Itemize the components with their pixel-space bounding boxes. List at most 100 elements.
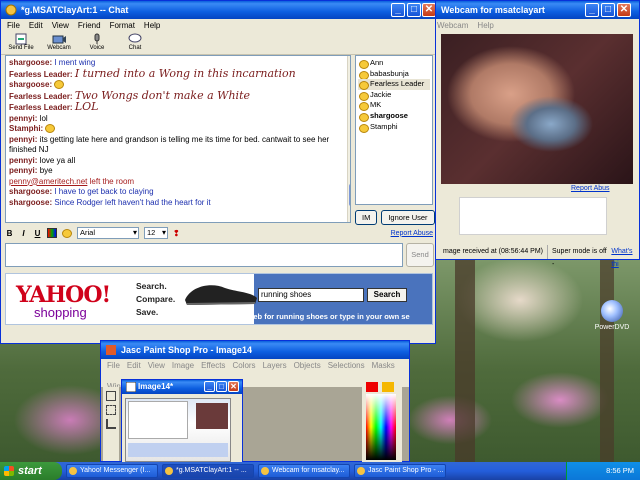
psp-menu-item[interactable]: Masks xyxy=(372,359,395,373)
psp-titlebar[interactable]: Jasc Paint Shop Pro - Image14 xyxy=(101,341,409,359)
message-sender[interactable]: Fearless Leader: xyxy=(9,70,73,79)
chat-titlebar[interactable]: *g.MSATClayArt:1 -- Chat _ □ ✕ xyxy=(1,1,435,19)
send-button[interactable]: Send xyxy=(406,243,434,267)
report-abuse-link[interactable]: Report Abuse xyxy=(391,230,433,237)
maximize-button[interactable]: □ xyxy=(407,3,421,17)
underline-button[interactable]: U xyxy=(33,229,42,238)
webcam-label: Webcam xyxy=(47,45,71,51)
user-list-item[interactable]: MK xyxy=(358,100,430,111)
minimize-button[interactable]: _ xyxy=(391,3,405,17)
chat-messages: shargoose: I ment wing Fearless Leader: I… xyxy=(9,58,347,208)
ignore-user-button[interactable]: Ignore User xyxy=(381,210,435,225)
close-button[interactable]: ✕ xyxy=(228,381,239,392)
user-list-item[interactable]: shargoose xyxy=(358,111,430,122)
close-button[interactable]: ✕ xyxy=(617,3,631,17)
webcam-button[interactable]: Webcam xyxy=(45,33,73,54)
message-sender[interactable]: shargoose: xyxy=(9,58,52,67)
message-sender[interactable]: shargoose: xyxy=(9,80,52,89)
psp-menu-item[interactable]: Layers xyxy=(263,359,287,373)
taskbar-item-paint-shop-pro[interactable]: Jasc Paint Shop Pro - ... xyxy=(354,464,446,478)
font-select[interactable]: Arial xyxy=(77,227,139,239)
message-sender[interactable]: shargoose: xyxy=(9,198,52,207)
emoticon-icon[interactable] xyxy=(62,228,72,238)
send-file-button[interactable]: Send File xyxy=(7,33,35,54)
webcam-report-abuse-link[interactable]: Report Abus xyxy=(571,185,610,192)
psp-menu-item[interactable]: File xyxy=(107,359,120,373)
webcam-whats-this-link[interactable]: What's thi xyxy=(609,245,640,268)
menu-view[interactable]: View xyxy=(52,19,69,33)
image14-subwindow[interactable]: Image14* _ □ ✕ xyxy=(121,379,243,463)
psp-menu-item[interactable]: Effects xyxy=(201,359,225,373)
font-color-icon[interactable] xyxy=(47,228,57,238)
psp-menu-item[interactable]: Objects xyxy=(294,359,321,373)
psp-menu-item[interactable]: Colors xyxy=(232,359,255,373)
user-list-item[interactable]: Fearless Leader xyxy=(358,79,430,90)
psp-menu-item[interactable]: View xyxy=(148,359,165,373)
arrow-tool-icon[interactable] xyxy=(106,391,116,401)
chat-log[interactable]: shargoose: I ment wing Fearless Leader: I… xyxy=(5,55,351,223)
message-input[interactable] xyxy=(5,243,403,267)
chat-window[interactable]: *g.MSATClayArt:1 -- Chat _ □ ✕ File Edit… xyxy=(0,0,436,344)
font-size-select[interactable]: 12 xyxy=(144,227,168,239)
user-list-item[interactable]: babasbunja xyxy=(358,69,430,80)
message-sender[interactable]: Fearless Leader: xyxy=(9,103,73,112)
message-sender[interactable]: Stamphi: xyxy=(9,124,43,133)
image14-canvas[interactable] xyxy=(125,398,231,462)
menu-friend[interactable]: Friend xyxy=(78,19,101,33)
psp-tool-palette[interactable] xyxy=(103,387,119,461)
taskbar-item-yahoo-messenger[interactable]: Yahoo! Messenger (I... xyxy=(66,464,158,478)
menu-file[interactable]: File xyxy=(7,19,20,33)
chat-scrollbar[interactable] xyxy=(347,56,350,222)
background-color-swatch[interactable] xyxy=(382,382,394,392)
taskbar-item-chat[interactable]: *g.MSATClayArt:1 -- ... xyxy=(162,464,254,478)
clock[interactable]: 8:56 PM xyxy=(606,466,634,475)
close-button[interactable]: ✕ xyxy=(422,3,435,17)
psp-menu-item[interactable]: Image xyxy=(172,359,194,373)
audible-icon[interactable]: ❢ xyxy=(173,229,180,238)
maximize-button[interactable]: □ xyxy=(216,381,227,392)
menu-help[interactable]: Help xyxy=(477,19,493,33)
psp-menu-item[interactable]: Edit xyxy=(127,359,141,373)
message-sender[interactable]: pennyi: xyxy=(9,156,37,165)
maximize-button[interactable]: □ xyxy=(601,3,615,17)
minimize-button[interactable]: _ xyxy=(204,381,215,392)
user-list-item[interactable]: Stamphi xyxy=(358,122,430,133)
psp-materials-palette[interactable] xyxy=(362,380,402,462)
user-email-link[interactable]: penny@ameritech.net xyxy=(9,177,87,186)
foreground-color-swatch[interactable] xyxy=(366,382,378,392)
webcam-titlebar[interactable]: Webcam for msatclayart _ □ ✕ xyxy=(421,1,639,19)
selection-tool-icon[interactable] xyxy=(106,405,116,415)
user-list-item[interactable]: Jackie xyxy=(358,90,430,101)
chat-button[interactable]: Chat xyxy=(121,33,149,54)
yahoo-shopping-ad[interactable]: YAHOO! shopping Search. Compare. Save. r… xyxy=(5,273,433,325)
start-button[interactable]: start xyxy=(0,462,62,480)
voice-button[interactable]: Voice xyxy=(83,33,111,54)
im-button[interactable]: IM xyxy=(355,210,378,225)
message-sender[interactable]: shargoose: xyxy=(9,187,52,196)
ad-search-input[interactable]: running shoes xyxy=(258,288,364,302)
room-user-list[interactable]: Ann babasbunja Fearless Leader Jackie MK shar… xyxy=(355,55,433,205)
chat-message: Fearless Leader: I turned into a Wong in… xyxy=(9,68,347,81)
minimize-button[interactable]: _ xyxy=(585,3,599,17)
menu-format[interactable]: Format xyxy=(110,19,135,33)
desktop-icon-powerdvd[interactable]: PowerDVD xyxy=(592,300,632,331)
ad-search-button[interactable]: Search xyxy=(367,288,407,302)
taskbar-item-webcam[interactable]: Webcam for msatclay... xyxy=(258,464,350,478)
bold-button[interactable]: B xyxy=(5,229,14,238)
menu-webcam[interactable]: Webcam xyxy=(437,19,468,33)
webcam-window[interactable]: Webcam for msatclayart _ □ ✕ Webcam Help… xyxy=(420,0,640,268)
message-sender[interactable]: Fearless Leader: xyxy=(9,92,73,101)
chat-bubble-icon xyxy=(128,33,142,43)
color-picker-gradient[interactable] xyxy=(366,394,396,460)
message-sender[interactable]: pennyi: xyxy=(9,135,37,144)
user-list-item[interactable]: Ann xyxy=(358,58,430,69)
menu-help[interactable]: Help xyxy=(144,19,160,33)
message-sender[interactable]: pennyi: xyxy=(9,166,37,175)
crop-tool-icon[interactable] xyxy=(106,419,116,429)
scrollbar-thumb[interactable] xyxy=(349,184,350,206)
italic-button[interactable]: I xyxy=(19,229,28,238)
psp-menu-item[interactable]: Selections xyxy=(328,359,365,373)
menu-edit[interactable]: Edit xyxy=(29,19,43,33)
message-sender[interactable]: pennyi: xyxy=(9,114,37,123)
image14-titlebar[interactable]: Image14* _ □ ✕ xyxy=(122,380,242,394)
